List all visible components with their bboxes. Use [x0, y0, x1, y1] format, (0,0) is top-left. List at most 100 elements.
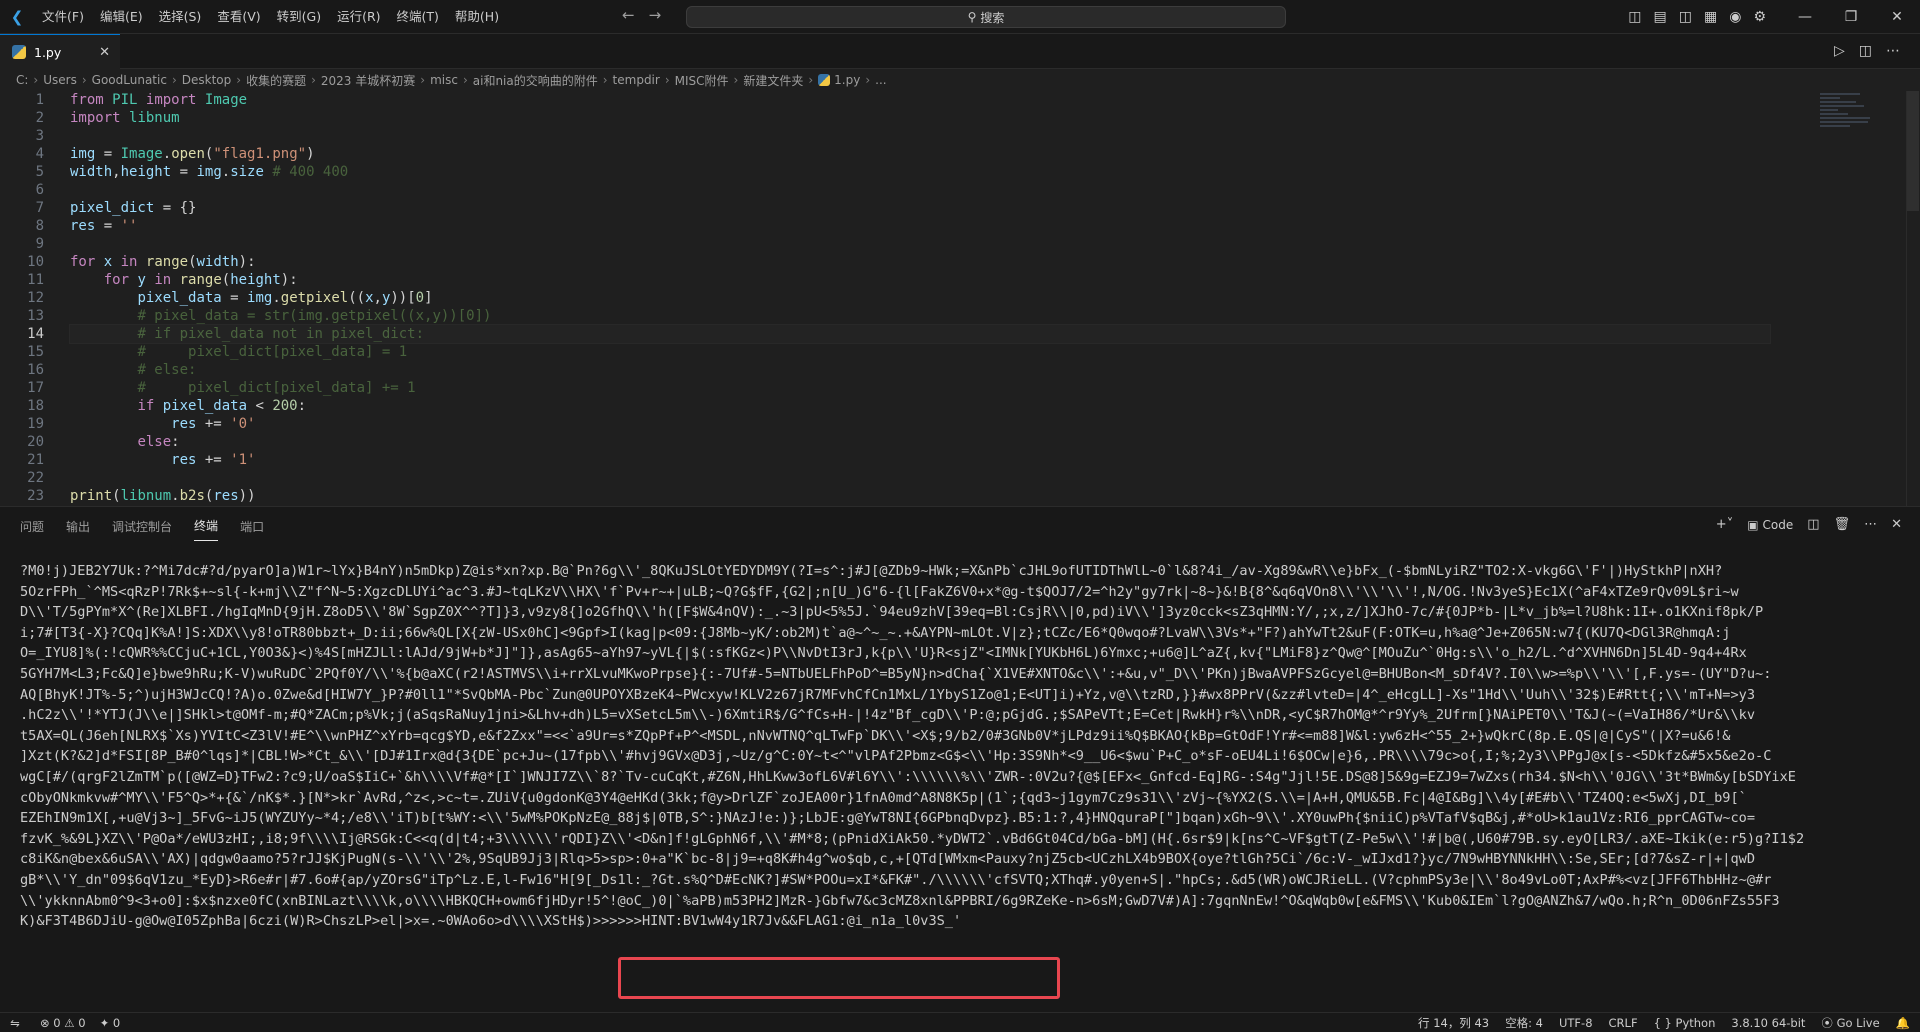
remote-indicator-icon[interactable]: ⇋ — [0, 1013, 30, 1032]
code-line[interactable]: if pixel_data < 200: — [70, 397, 1770, 415]
python-file-icon — [12, 45, 26, 59]
customize-layout-icon[interactable]: ▦ — [1704, 9, 1717, 25]
scroll-thumb[interactable] — [1907, 91, 1919, 211]
forward-arrow-icon[interactable]: → — [649, 6, 662, 24]
breadcrumb-item[interactable]: 收集的赛题 — [246, 72, 306, 89]
line-number: 9 — [35, 236, 44, 252]
code-line[interactable]: from PIL import Image — [70, 91, 1770, 109]
encoding[interactable]: UTF-8 — [1559, 1016, 1593, 1030]
breadcrumb-item[interactable]: MISC附件 — [675, 72, 729, 89]
vscode-logo-icon[interactable]: ❮ — [0, 0, 34, 34]
toggle-panel-icon[interactable]: ▤ — [1654, 9, 1667, 25]
code-line[interactable]: pixel_data = img.getpixel((x,y))[0] — [70, 289, 1770, 307]
close-panel-icon[interactable]: ✕ — [1891, 517, 1902, 532]
python-interpreter[interactable]: 3.8.10 64-bit — [1731, 1016, 1805, 1030]
minimap[interactable] — [1820, 91, 1880, 161]
code-line[interactable]: import libnum — [70, 109, 1770, 127]
code-line[interactable] — [70, 181, 1770, 199]
run-icon[interactable]: ▷ — [1834, 43, 1845, 59]
settings-gear-icon[interactable]: ⚙ — [1753, 9, 1766, 25]
back-arrow-icon[interactable]: ← — [622, 6, 635, 24]
code-line[interactable]: img = Image.open("flag1.png") — [70, 145, 1770, 163]
code-line[interactable]: res = '' — [70, 217, 1770, 235]
menu-view[interactable]: 查看(V) — [209, 4, 268, 30]
editor-scrollbar[interactable] — [1906, 91, 1920, 506]
menu-run[interactable]: 运行(R) — [329, 4, 388, 30]
terminal-line: c8iK&n@bex&6uSA\\'AX)|qdgw0aamo?5?rJJ$Kj… — [20, 851, 1756, 868]
account-icon[interactable]: ◉ — [1729, 9, 1741, 25]
terminal-line: i;7#[T3{-X}?CQq]K%A!]S:XDX\\y8!oTR80bbzt… — [20, 624, 1731, 641]
notifications-bell-icon[interactable]: 🔔 — [1896, 1016, 1910, 1030]
code-line[interactable]: else: — [70, 433, 1770, 451]
breadcrumb-item[interactable]: GoodLunatic — [92, 73, 167, 87]
editor-actions: ▷ ◫ ⋯ — [1834, 43, 1900, 59]
split-terminal-icon[interactable]: ◫ — [1807, 517, 1819, 532]
breadcrumb-item[interactable]: tempdir — [613, 73, 660, 87]
close-tab-icon[interactable]: ✕ — [99, 45, 110, 60]
title-bar-right: ◫ ▤ ◫ ▦ ◉ ⚙ — ❐ ✕ — [1628, 0, 1920, 34]
code-line[interactable]: # if pixel_data not in pixel_dict: — [69, 324, 1771, 344]
menu-edit[interactable]: 编辑(E) — [92, 4, 151, 30]
problems-indicator[interactable]: ⊗ 0 ⚠ 0 — [40, 1016, 86, 1030]
command-center-search[interactable]: ⚲ 搜索 — [686, 6, 1286, 28]
breadcrumb-item[interactable]: Users — [43, 73, 77, 87]
tab-debug-console[interactable]: 调试控制台 — [112, 512, 172, 541]
code-line[interactable]: res += '0' — [70, 415, 1770, 433]
code-line[interactable]: # pixel_dict[pixel_data] += 1 — [70, 379, 1770, 397]
split-editor-icon[interactable]: ◫ — [1859, 43, 1872, 59]
terminal-selector[interactable]: ▣ Code — [1747, 518, 1793, 532]
code-line[interactable]: res += '1' — [70, 451, 1770, 469]
breadcrumb-item[interactable]: 1.py — [834, 73, 860, 87]
code-line[interactable] — [70, 469, 1770, 487]
minimize-button[interactable]: — — [1782, 0, 1828, 34]
tab-terminal[interactable]: 终端 — [194, 511, 219, 541]
code-line[interactable]: for y in range(height): — [70, 271, 1770, 289]
close-window-button[interactable]: ✕ — [1874, 0, 1920, 34]
tab-output[interactable]: 输出 — [66, 512, 90, 541]
code-editor[interactable]: 1 2 3 4 5 6 7 8 9 10 11 12 13 14 15 16 17 18 19 20 21 22 23 fr… — [0, 91, 1920, 506]
code-line[interactable]: print(libnum.b2s(res)) — [70, 487, 1770, 505]
code-line[interactable]: width,height = img.size # 400 400 — [70, 163, 1770, 181]
more-actions-icon[interactable]: ⋯ — [1886, 43, 1900, 59]
code-line[interactable]: for x in range(width): — [70, 253, 1770, 271]
line-number: 2 — [35, 110, 44, 126]
menu-file[interactable]: 文件(F) — [34, 4, 92, 30]
toggle-sidebar-icon[interactable]: ◫ — [1628, 9, 1641, 25]
kill-terminal-icon[interactable]: 🗑 — [1834, 517, 1851, 532]
terminal-line: gB*\\'Y_dn"09$6qV1zu_*EyD}>R6e#r|#7.6o#{… — [20, 871, 1772, 888]
breadcrumb-item[interactable]: ai和nia的交响曲的附件 — [473, 72, 598, 89]
end-of-line[interactable]: CRLF — [1609, 1016, 1638, 1030]
tab-problems[interactable]: 问题 — [20, 512, 44, 541]
new-terminal-icon[interactable]: +˅ — [1716, 517, 1733, 532]
tab-ports[interactable]: 端口 — [240, 512, 264, 541]
code-area[interactable]: from PIL import Image import libnum img = … — [69, 91, 1771, 505]
menu-help[interactable]: 帮助(H) — [447, 4, 507, 30]
restore-button[interactable]: ❐ — [1828, 0, 1874, 34]
code-line[interactable] — [70, 127, 1770, 145]
breadcrumb-item[interactable]: C: — [16, 73, 28, 87]
toggle-secondary-sidebar-icon[interactable]: ◫ — [1679, 9, 1692, 25]
code-line[interactable]: pixel_dict = {} — [70, 199, 1770, 217]
breadcrumb-item[interactable]: ... — [875, 73, 886, 87]
menu-go[interactable]: 转到(G) — [269, 4, 329, 30]
code-line[interactable]: # pixel_dict[pixel_data] = 1 — [70, 343, 1770, 361]
ports-indicator[interactable]: ✦ 0 — [100, 1016, 121, 1030]
breadcrumb-item[interactable]: 2023 羊城杯初赛 — [321, 72, 415, 89]
terminal-output[interactable]: ?M0!j)JEB2Y7Uk:?^Mi7dc#?d/pyarO]a)W1r~lY… — [20, 561, 1900, 932]
python-file-icon — [818, 74, 831, 86]
go-live-button[interactable]: ⦿ Go Live — [1821, 1015, 1879, 1031]
breadcrumb-item[interactable]: Desktop — [182, 73, 232, 87]
cursor-position[interactable]: 行 14，列 43 — [1418, 1015, 1489, 1031]
breadcrumb-item[interactable]: 新建文件夹 — [743, 72, 803, 89]
code-line[interactable] — [70, 235, 1770, 253]
menu-selection[interactable]: 选择(S) — [151, 4, 210, 30]
breadcrumb-item[interactable]: misc — [430, 73, 458, 87]
indentation[interactable]: 空格: 4 — [1505, 1015, 1543, 1031]
more-actions-icon[interactable]: ⋯ — [1864, 517, 1877, 532]
code-line[interactable]: # pixel_data = str(img.getpixel((x,y))[0… — [70, 307, 1770, 325]
menu-terminal[interactable]: 终端(T) — [389, 4, 447, 30]
code-line[interactable]: # else: — [70, 361, 1770, 379]
language-mode[interactable]: { } Python — [1654, 1016, 1716, 1030]
panel-tabs: 问题 输出 调试控制台 终端 端口 — [20, 507, 264, 545]
tab-1-py[interactable]: 1.py ✕ — [0, 34, 120, 69]
